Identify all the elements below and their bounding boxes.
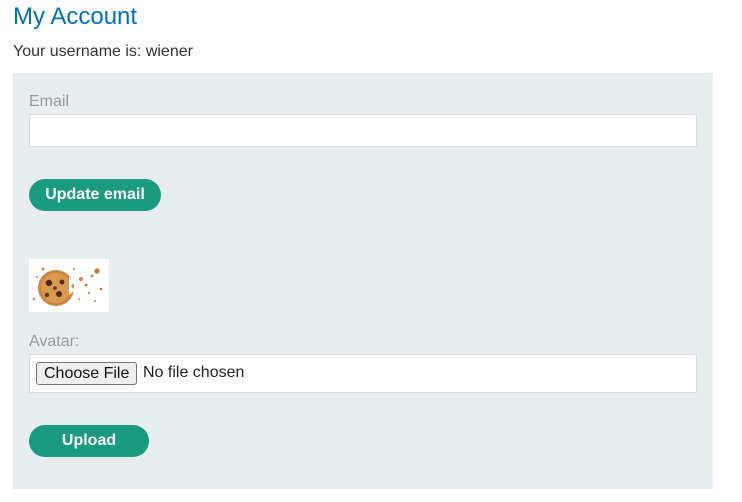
email-label: Email <box>29 93 70 110</box>
avatar-image <box>29 259 109 312</box>
upload-button[interactable]: Upload <box>29 425 149 457</box>
page-title: My Account <box>13 3 138 30</box>
avatar-file-input[interactable]: Choose File No file chosen <box>29 354 697 393</box>
choose-file-button[interactable]: Choose File <box>36 362 138 385</box>
account-panel: Email Update email Avatar: Choose File N… <box>13 73 713 489</box>
username-line: Your username is: wiener <box>13 43 193 60</box>
avatar-label: Avatar: <box>29 333 80 350</box>
email-input[interactable] <box>29 114 697 147</box>
cookie-image <box>29 259 109 312</box>
file-status: No file chosen <box>143 364 245 381</box>
update-email-button[interactable]: Update email <box>29 179 161 211</box>
